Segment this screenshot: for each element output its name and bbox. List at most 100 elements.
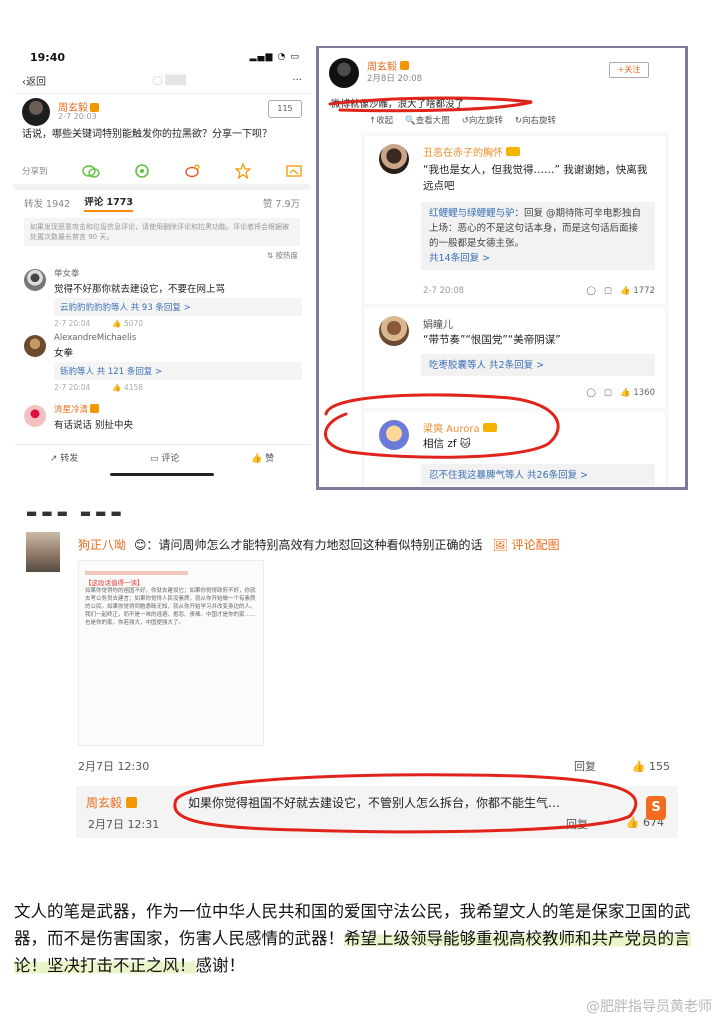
comment-image-label: 评论配图: [511, 538, 560, 552]
comment-text: 女拳: [54, 348, 74, 359]
comment-actions[interactable]: ◯ ▢ 👍 1360: [586, 388, 655, 398]
moments-icon[interactable]: [134, 163, 150, 179]
comment-likes-count: 5070: [123, 319, 144, 328]
comment-item: 梁爽 Aurora 相信 zf 🐱 忍不住我这暴脾气等人 共26条回复 >: [365, 412, 665, 487]
author-reply: 周玄毅 如果你觉得祖国不好就去建设它，不管别人怎么拆台，你都不能生气… 2月7日…: [76, 786, 678, 838]
commenter-avatar[interactable]: [379, 316, 409, 346]
post-header: 周玄毅 2-7 20:03 115 话说，哪些关键词特别能触发你的拉黑欲？分享一…: [14, 94, 310, 158]
nav-title-avatar: ◯ ▒▒▒: [152, 75, 187, 86]
reply-text: 如果你觉得祖国不好就去建设它，不管别人怎么拆台，你都不能生气…: [188, 796, 561, 810]
commenter-avatar[interactable]: [24, 269, 46, 291]
tab-repost[interactable]: 转发 1942: [24, 196, 70, 210]
comment-likes[interactable]: 👍 5070: [112, 319, 143, 328]
comment-item: 娟瞳儿 “带节奏”“恨国党”“美帝阴谋” 吃枣胶囊等人 共2条回复 > ◯ ▢ …: [365, 308, 665, 408]
image-toolbar: ↑收起 🔍查看大图 ↺向左旋转 ↻向右旋转: [319, 114, 685, 130]
comment-likes-count: 4158: [123, 383, 144, 392]
commenter-avatar[interactable]: [379, 144, 409, 174]
reply-summary[interactable]: 铄豹等人 共 121 条回复 >: [54, 362, 302, 380]
comment-likes[interactable]: 👍 4158: [112, 383, 143, 392]
author-avatar[interactable]: [22, 98, 50, 126]
collapse-button[interactable]: ↑收起: [369, 114, 393, 130]
comment-button[interactable]: ▭ 评论: [150, 451, 179, 464]
like-label: 赞: [265, 454, 275, 464]
comment-meta: 2-7 20:04 👍 5070: [54, 319, 302, 328]
bottom-action-bar: ↗ 转发 ▭ 评论 👍 赞: [14, 444, 310, 470]
comment-meta: 2月7日 12:30 回复 👍 155: [78, 756, 670, 776]
post-time: 2-7 20:03: [58, 112, 97, 121]
screenshot-icon[interactable]: [286, 164, 302, 178]
commenter-avatar[interactable]: [26, 532, 60, 572]
comment-text: 有话说话 别扯中央: [54, 420, 134, 431]
comment-time: 2-7 20:04: [54, 383, 91, 392]
signal-wifi-battery-icon: ▂▄▆ ◔ ▭: [249, 52, 300, 62]
commenter-name[interactable]: 流星冷清: [54, 403, 302, 415]
verified-icon: [400, 61, 409, 70]
reply-more-link[interactable]: 吃枣胶囊等人 共2条回复 >: [429, 360, 544, 371]
comment-with-image-screenshot: ▬▬▬ ▬▬▬ 狗正八呦 😊：请问周帅怎么才能特别高效有力地怼回这种看似特别正确的…: [16, 502, 688, 842]
wechat-icon[interactable]: [82, 164, 100, 178]
reply-more-link[interactable]: 忍不住我这暴脾气等人 共26条回复 >: [429, 470, 588, 481]
comment-text: 相信 zf 🐱: [423, 436, 655, 452]
comment-time: 2-7 20:04: [54, 319, 91, 328]
commenter-name[interactable]: 娟瞳儿: [423, 316, 453, 331]
sort-toggle[interactable]: ⇅ 按热度: [14, 248, 310, 263]
commenter-name[interactable]: AlexandreMichaelis: [54, 333, 302, 343]
more-icon[interactable]: ···: [292, 75, 302, 86]
back-button[interactable]: ‹返回: [22, 73, 46, 88]
commenter-avatar[interactable]: [379, 420, 409, 450]
post-header: 周玄毅 2月8日 20:08 +关注 微博就像沙雕，浪大了啥都没了: [319, 48, 685, 110]
reply-button[interactable]: 回复: [574, 758, 596, 774]
tab-likes[interactable]: 赞 7.9万: [263, 196, 300, 210]
top-nav: ‹返回 ◯ ▒▒▒ ···: [14, 68, 310, 94]
comment-notice: 如果发现恶意攻击和垃圾信息评论，请使用删除评论和拉黑功能。评论者将会根据被处置次…: [24, 218, 300, 246]
commenter-name[interactable]: 单女拳: [54, 267, 302, 279]
author-name[interactable]: 周玄毅: [367, 58, 409, 73]
view-large-button[interactable]: 🔍查看大图: [405, 114, 450, 130]
view-large-label: 查看大图: [415, 116, 450, 126]
commenter-name[interactable]: 丑恶在赤子的胸怀: [423, 144, 521, 159]
comment-image[interactable]: 【这段话值得一读】 如果你觉得你的祖国不好，你就去建设它；如果你觉得政府不好，你…: [78, 560, 264, 746]
reply-more-link[interactable]: 共14条回复 >: [429, 253, 490, 264]
reply-user[interactable]: 红鲤鲤与绿鲤鲤与驴: [429, 208, 515, 219]
comment-label: 评论: [161, 454, 180, 464]
like-button[interactable]: 👍 赞: [251, 451, 274, 464]
comment-actions[interactable]: ◯ ▢ 👍 1772: [586, 286, 655, 296]
comment-image-link[interactable]: 🖼 评论配图: [493, 538, 560, 552]
reply-button[interactable]: 回复: [566, 816, 588, 832]
rotate-right-button[interactable]: ↻向右旋转: [515, 114, 556, 130]
member-icon: [506, 147, 521, 156]
commenter-name[interactable]: 狗正八呦: [78, 538, 126, 552]
weibo-icon[interactable]: [185, 164, 201, 178]
comment-text: 请问周帅怎么才能特别高效有力地怼回这种看似特别正确的话: [158, 538, 483, 552]
sogou-input-icon[interactable]: S: [646, 796, 666, 820]
repost-label: 转发: [60, 454, 79, 464]
rotate-right-label: 向右旋转: [522, 116, 557, 126]
comment-line: 狗正八呦 😊：请问周帅怎么才能特别高效有力地怼回这种看似特别正确的话 🖼 评论配图: [78, 536, 560, 553]
member-icon: 😊：: [134, 538, 159, 552]
like-button[interactable]: 👍 155: [622, 760, 670, 773]
reply-summary[interactable]: 云豹豹豹豹豹等人 共 93 条回复 >: [54, 298, 302, 316]
reply-summary[interactable]: 红鲤鲤与绿鲤鲤与驴：回复 @期待陈可辛电影独自上场：恶心的不是这句话本身，而是这…: [421, 202, 655, 270]
back-label: 返回: [26, 77, 46, 88]
repost-button[interactable]: ↗ 转发: [50, 451, 78, 464]
verified-icon: [90, 103, 99, 112]
reply-author-text: 周玄毅: [86, 796, 123, 810]
comment-item: 流星冷清 有话说话 别扯中央: [14, 399, 310, 439]
reply-summary[interactable]: 忍不住我这暴脾气等人 共26条回复 >: [421, 464, 655, 486]
author-avatar[interactable]: [329, 58, 359, 88]
comment-list: 丑恶在赤子的胸怀 “我也是女人，但我觉得……” 我谢谢她，快离我远点吧 红鲤鲤与…: [361, 132, 669, 487]
commenter-name[interactable]: 梁爽 Aurora: [423, 420, 497, 435]
rotate-left-button[interactable]: ↺向左旋转: [462, 114, 503, 130]
reply-summary[interactable]: 吃枣胶囊等人 共2条回复 >: [421, 354, 655, 376]
follow-button[interactable]: +关注: [609, 62, 649, 78]
commenter-avatar[interactable]: [24, 335, 46, 357]
home-indicator: [110, 473, 214, 476]
follow-count-button[interactable]: 115: [268, 100, 302, 118]
commenter-avatar[interactable]: [24, 405, 46, 427]
reply-author[interactable]: 周玄毅: [86, 794, 137, 811]
tab-comment[interactable]: 评论 1773: [84, 194, 133, 212]
image-body-text: 如果你觉得你的祖国不好，你就去建设它；如果你觉得政府不好，你就去考公务员去建言；…: [85, 588, 256, 626]
member-icon: [482, 423, 497, 432]
weibo-post-screenshot: 19:40 ▂▄▆ ◔ ▭ ‹返回 ◯ ▒▒▒ ··· 周玄毅 2-7 20:0…: [14, 46, 310, 478]
star-icon[interactable]: [235, 163, 252, 179]
